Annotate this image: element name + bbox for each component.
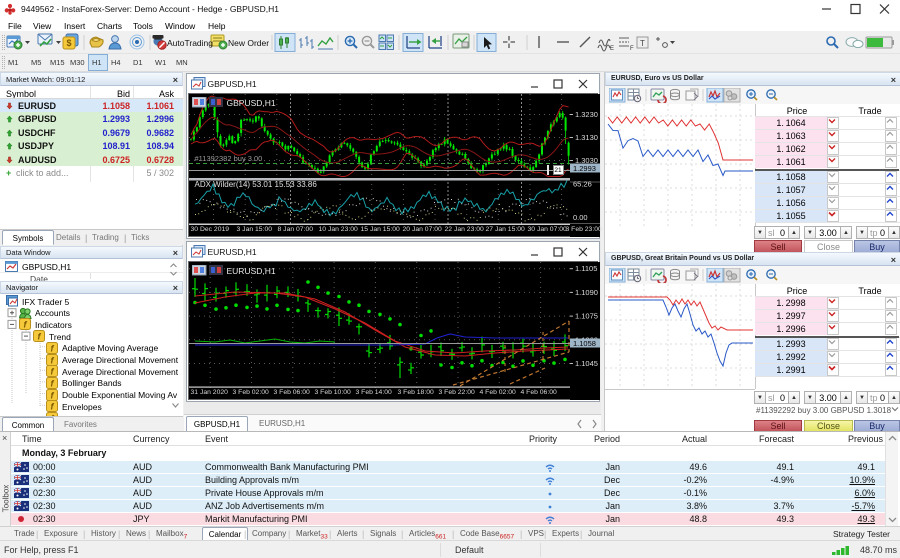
svg-text:65.26: 65.26 xyxy=(573,180,592,189)
svg-text:1.3230: 1.3230 xyxy=(575,110,598,119)
svg-text:1.1075: 1.1075 xyxy=(575,312,598,321)
svg-text:1.1090: 1.1090 xyxy=(575,288,598,297)
svg-text:$: $ xyxy=(66,38,71,48)
svg-text:1.1058: 1.1058 xyxy=(573,339,596,348)
svg-text:1.1045: 1.1045 xyxy=(575,359,598,368)
svg-text:T: T xyxy=(640,39,645,48)
svg-text:1.3130: 1.3130 xyxy=(575,133,598,142)
svg-text:E: E xyxy=(610,46,614,52)
svg-text:0.00: 0.00 xyxy=(573,213,588,222)
svg-text:1.1105: 1.1105 xyxy=(575,264,597,273)
svg-text:1.2993: 1.2993 xyxy=(573,164,596,173)
svg-text:F: F xyxy=(630,46,634,52)
